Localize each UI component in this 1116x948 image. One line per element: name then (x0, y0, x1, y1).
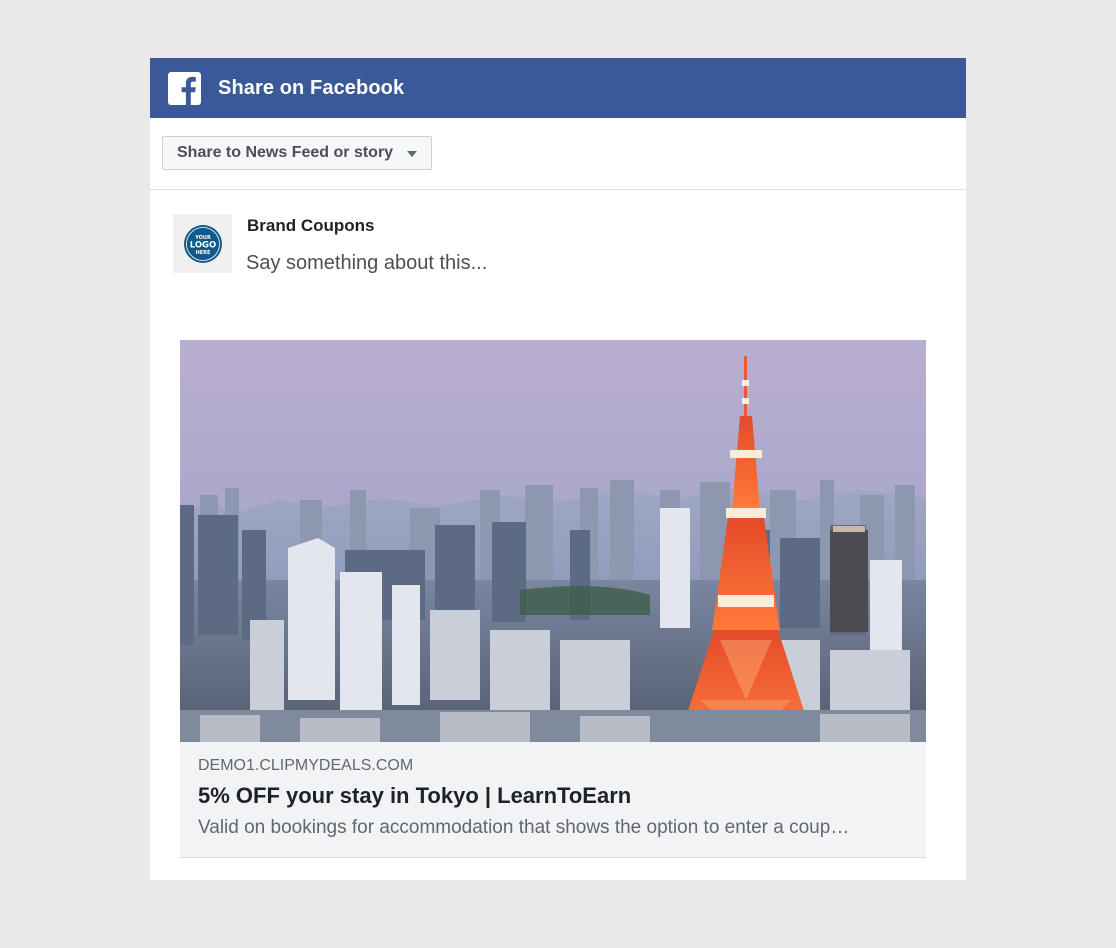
link-title: 5% OFF your stay in Tokyo | LearnToEarn (198, 783, 632, 808)
svg-text:LOGO: LOGO (189, 240, 216, 250)
svg-text:HERE: HERE (195, 250, 210, 256)
facebook-icon (168, 71, 201, 105)
logo-placeholder-icon: YOUR LOGO HERE (183, 224, 222, 263)
message-input[interactable] (246, 248, 926, 278)
link-domain: DEMO1.CLIPMYDEALS.COM (198, 757, 414, 774)
share-dialog: Share on Facebook Share to News Feed or … (150, 58, 966, 880)
share-destination-label: Share to News Feed or story (177, 144, 394, 161)
dialog-header: Share on Facebook (150, 58, 966, 118)
link-description: Valid on bookings for accommodation that… (198, 817, 850, 838)
caret-down-icon (407, 151, 418, 157)
avatar: YOUR LOGO HERE (173, 214, 232, 273)
share-destination-dropdown[interactable]: Share to News Feed or story (162, 136, 433, 170)
link-preview-card[interactable]: DEMO1.CLIPMYDEALS.COM 5% OFF your stay i… (180, 340, 926, 858)
link-preview-image (180, 340, 926, 742)
page-name: Brand Coupons (247, 216, 375, 235)
composer: YOUR LOGO HERE Brand Coupons (150, 190, 966, 340)
share-toolbar: Share to News Feed or story (150, 118, 966, 190)
dialog-title: Share on Facebook (218, 76, 405, 99)
